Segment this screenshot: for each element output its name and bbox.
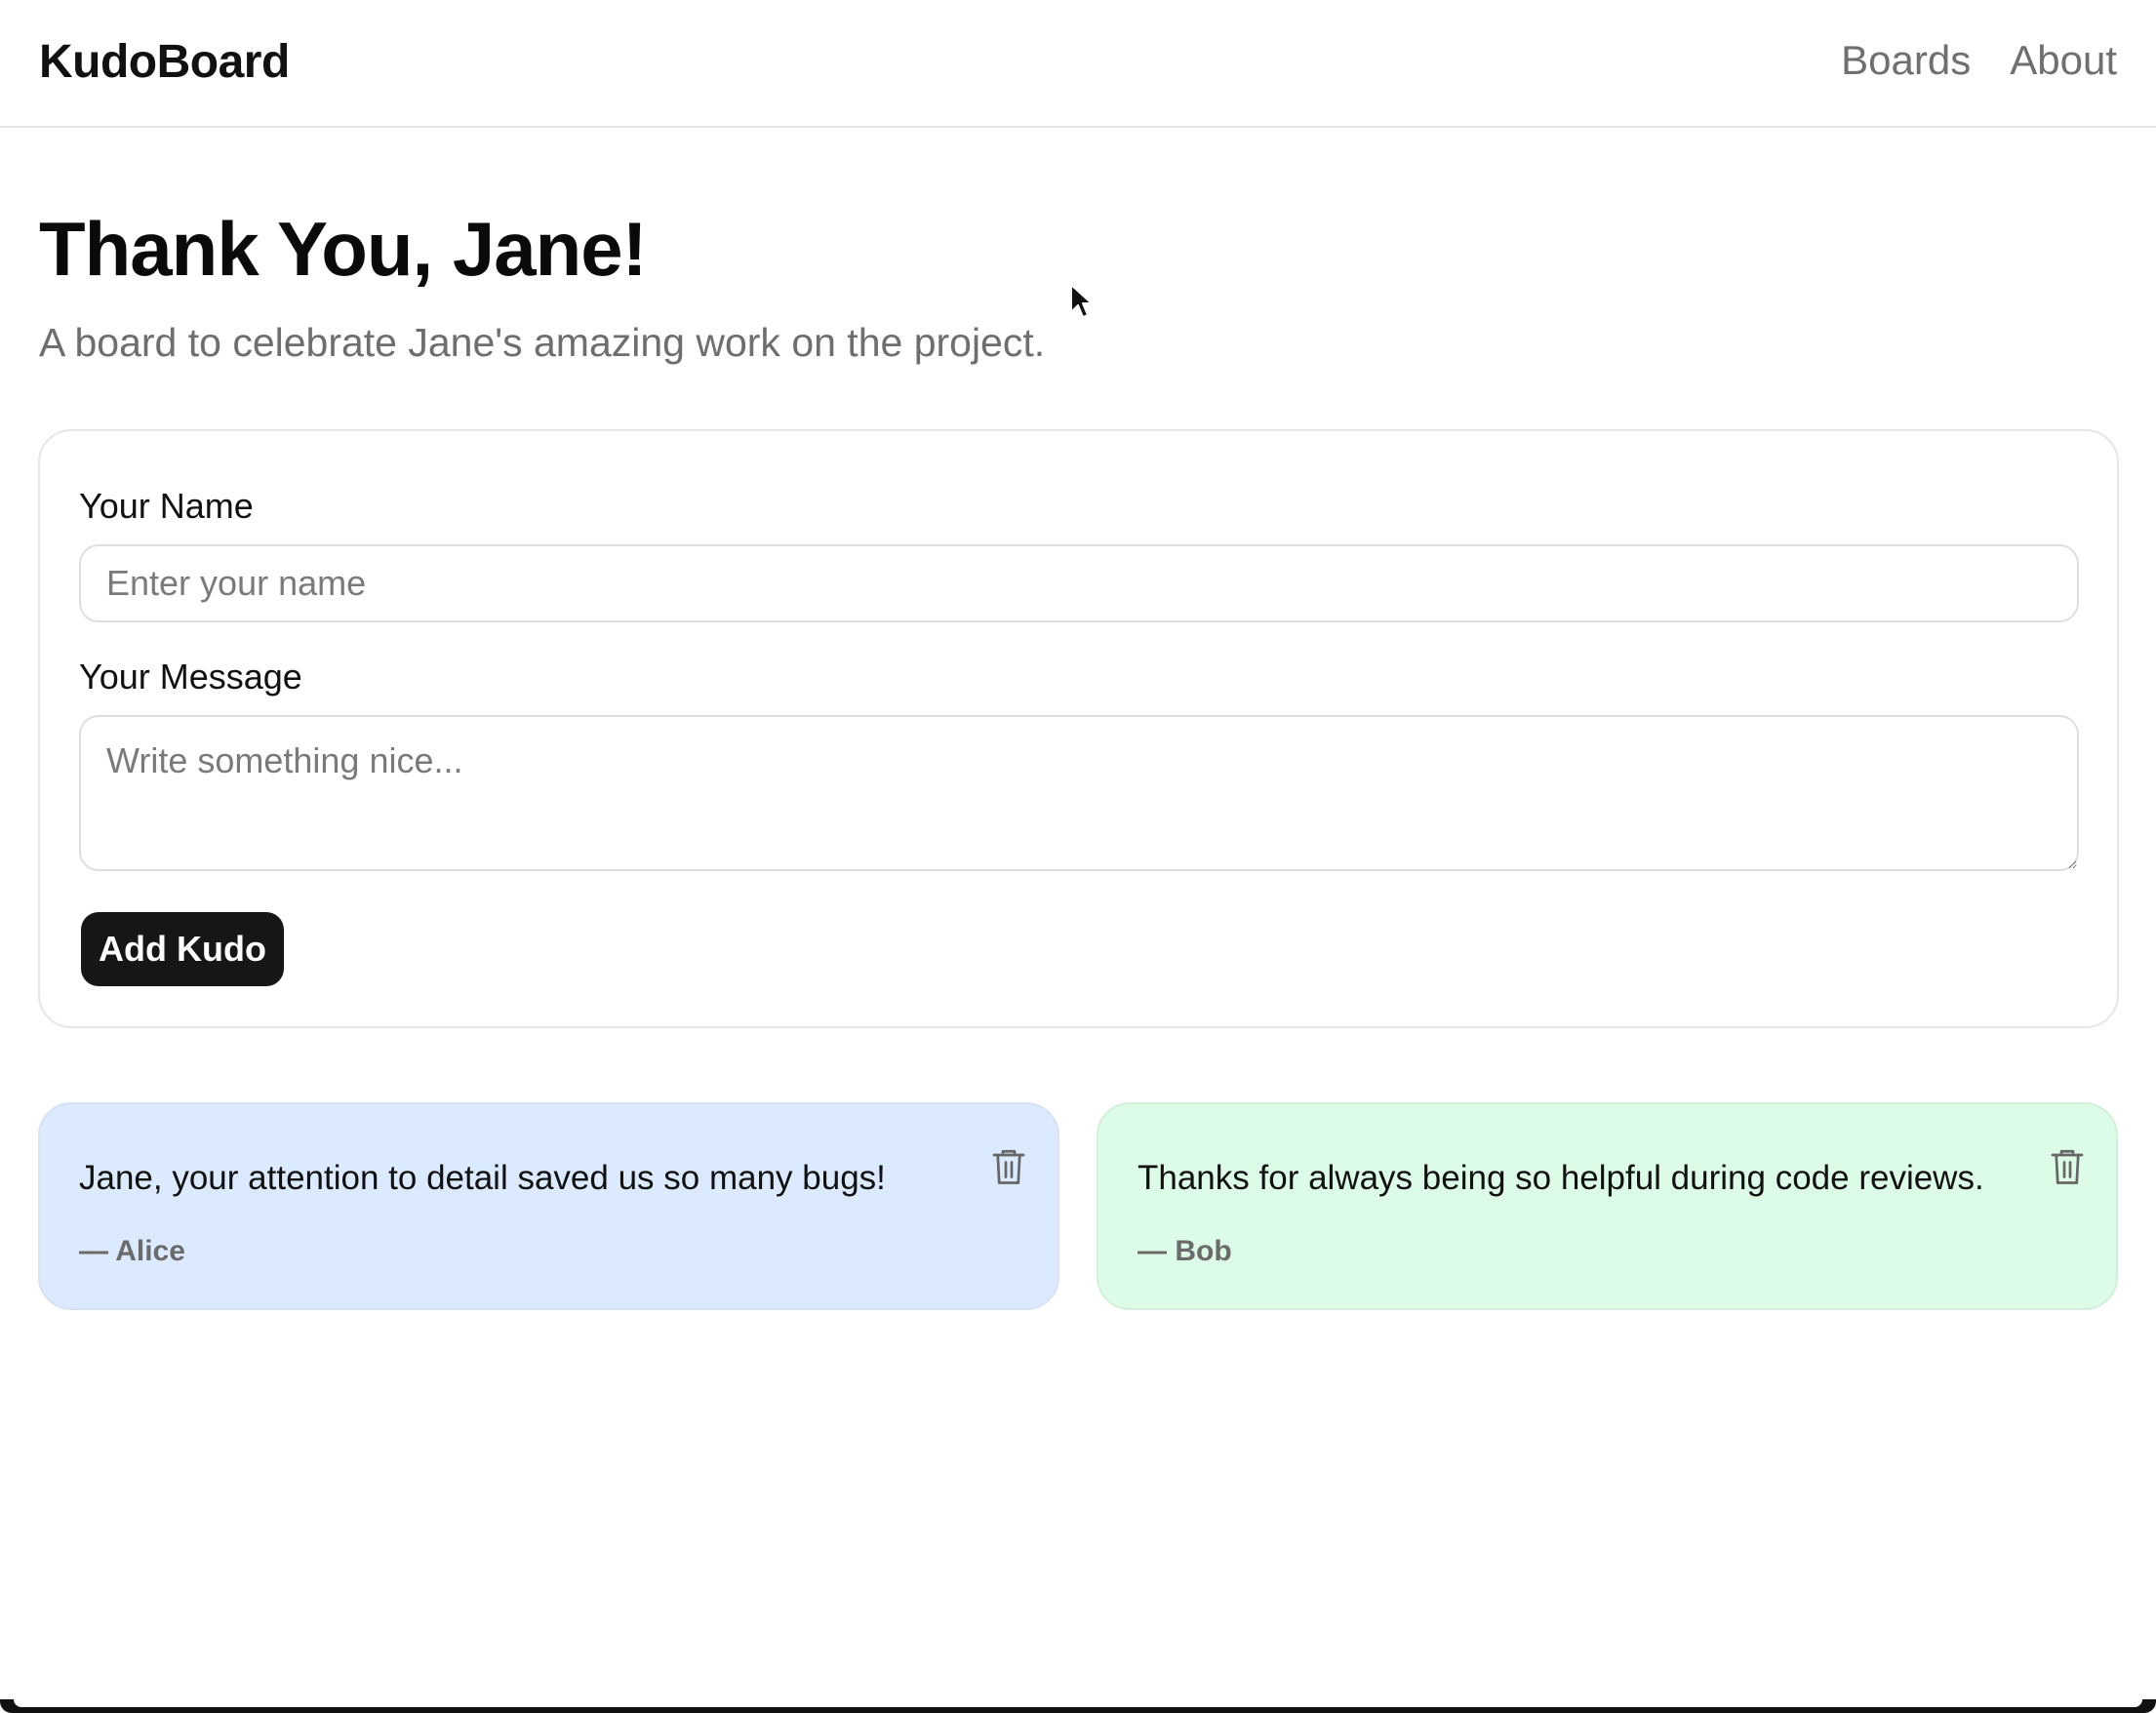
message-field-label: Your Message (79, 657, 302, 697)
delete-kudo-button[interactable] (989, 1145, 1028, 1188)
kudo-author: — Alice (79, 1235, 185, 1267)
add-kudo-form: Your Name Your Message Add Kudo (38, 429, 2119, 1028)
kudo-message: Jane, your attention to detail saved us … (79, 1159, 886, 1197)
kudo-author: — Bob (1138, 1235, 1232, 1267)
kudo-card: Thanks for always being so helpful durin… (1097, 1102, 2118, 1310)
message-textarea[interactable] (79, 715, 2079, 871)
trash-icon (2051, 1149, 2084, 1184)
trash-icon (992, 1149, 1025, 1184)
window-bottom-edge (0, 1699, 2156, 1713)
nav-link-boards[interactable]: Boards (1841, 37, 1971, 84)
kudo-message: Thanks for always being so helpful durin… (1138, 1159, 1984, 1197)
mouse-cursor-icon (1070, 284, 1093, 318)
nav-link-about[interactable]: About (2010, 37, 2117, 84)
name-input[interactable] (79, 544, 2079, 622)
app-logo[interactable]: KudoBoard (39, 35, 290, 89)
page-subtitle: A board to celebrate Jane's amazing work… (39, 320, 1046, 365)
top-nav-bar: KudoBoard Boards About (0, 0, 2156, 128)
main-nav: Boards About (1841, 37, 2117, 84)
kudo-card: Jane, your attention to detail saved us … (38, 1102, 1059, 1310)
delete-kudo-button[interactable] (2048, 1145, 2087, 1188)
window-bottom-edge-inner (14, 1699, 2142, 1707)
name-field-label: Your Name (79, 486, 254, 526)
page-title: Thank You, Jane! (39, 206, 648, 292)
add-kudo-button[interactable]: Add Kudo (81, 912, 284, 986)
page: KudoBoard Boards About Thank You, Jane! … (0, 0, 2156, 1713)
